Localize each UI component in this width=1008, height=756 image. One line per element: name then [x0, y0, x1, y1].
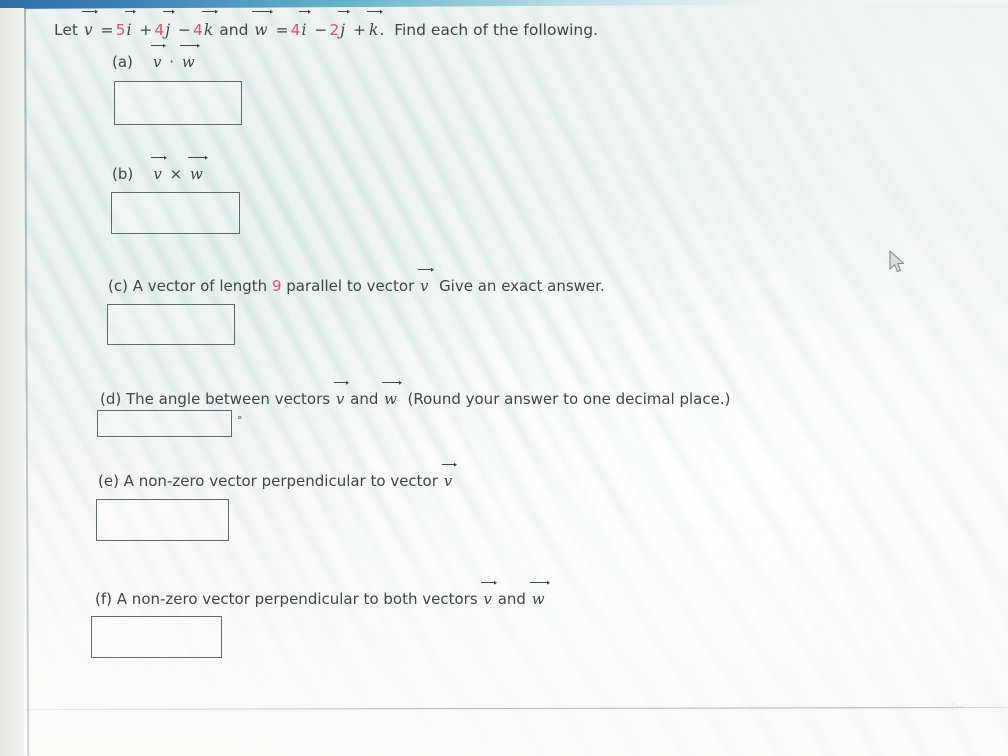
stem-lead: Let: [54, 21, 78, 39]
part-f-conjunction: and: [497, 590, 526, 608]
part-b-operand-right: w: [187, 157, 207, 183]
part-e-prompt: (e) A non-zero vector perpendicular to v…: [98, 464, 457, 490]
part-c-text-pre: A vector of length: [132, 277, 268, 295]
problem-content: Let v = 5i +4j −4k and w = 4i −2j + k. Find…: [0, 0, 1008, 756]
stem-equals-w: =: [275, 21, 289, 39]
part-d-vector-v: v: [333, 382, 350, 408]
part-d-conjunction: and: [350, 390, 379, 408]
w-term-2-unit-j: j: [338, 10, 349, 39]
v-term-2-sign: +: [139, 21, 153, 39]
part-a-operand-right: w: [179, 45, 199, 71]
part-d-label: (d): [100, 390, 122, 408]
part-e-vector-v: v: [441, 464, 457, 490]
v-term-3-unit-k: k: [201, 10, 218, 39]
v-term-1-coefficient: 5: [115, 21, 126, 39]
part-c-vector-v: v: [417, 269, 434, 295]
part-d-text-pre: The angle between vectors: [126, 390, 331, 408]
vector-v-symbol: v: [81, 10, 97, 39]
part-d-vector-w: w: [382, 382, 401, 408]
part-f-prompt: (f) A non-zero vector perpendicular to b…: [95, 582, 549, 608]
w-term-3-sign: +: [352, 21, 366, 39]
w-term-3-unit-k: k: [366, 10, 383, 39]
part-c-length-value: 9: [271, 277, 282, 295]
part-f-vector-v: v: [481, 582, 497, 608]
part-b-answer-input[interactable]: [111, 192, 240, 234]
part-a-operator: ·: [169, 53, 175, 71]
mouse-cursor-icon: [889, 250, 905, 273]
v-term-3-sign: −: [178, 21, 192, 39]
part-f-vector-w: w: [529, 582, 549, 608]
part-a-prompt: (a) v · w: [112, 45, 199, 71]
part-e-label: (e): [98, 472, 119, 490]
part-f-label: (f): [95, 590, 112, 608]
part-b-operand-left: v: [151, 157, 167, 183]
part-c-answer-input[interactable]: [107, 304, 235, 345]
part-a-label: (a): [112, 53, 133, 71]
part-b-prompt: (b) v × w: [112, 157, 207, 183]
problem-statement: Let v = 5i +4j −4k and w = 4i −2j + k. Find…: [54, 10, 599, 41]
stem-conjunction: and: [219, 21, 249, 39]
v-term-3-coefficient: 4: [193, 21, 203, 39]
part-d-answer-input[interactable]: [97, 410, 232, 437]
stem-period: .: [379, 21, 385, 39]
stem-equals-v: =: [100, 21, 114, 39]
vector-w-symbol: w: [252, 10, 272, 39]
stem-instruction: Find each of the following.: [394, 21, 599, 39]
part-c-text-post: Give an exact answer.: [439, 277, 605, 295]
v-term-2-unit-j: j: [163, 10, 174, 39]
part-e-text: A non-zero vector perpendicular to vecto…: [123, 472, 438, 490]
w-term-2-coefficient: 2: [329, 21, 340, 39]
part-c-prompt: (c) A vector of length 9 parallel to vec…: [108, 269, 605, 295]
part-a-operand-left: v: [150, 45, 167, 71]
degree-symbol: °: [237, 414, 243, 427]
part-d-text-post: (Round your answer to one decimal place.…: [407, 390, 731, 408]
v-term-1-unit-i: i: [124, 10, 136, 39]
w-term-1-coefficient: 4: [290, 21, 301, 39]
w-term-2-sign: −: [314, 21, 328, 39]
part-c-text-mid: parallel to vector: [286, 277, 415, 295]
part-b-label: (b): [112, 165, 134, 183]
v-term-2-coefficient: 4: [154, 21, 165, 39]
part-d-prompt: (d) The angle between vectors v and w (R…: [100, 382, 731, 408]
w-term-1-unit-i: i: [299, 10, 311, 39]
part-f-answer-input[interactable]: [91, 616, 222, 658]
part-a-answer-input[interactable]: [114, 81, 242, 125]
part-c-label: (c): [108, 277, 128, 295]
part-f-text: A non-zero vector perpendicular to both …: [116, 590, 478, 608]
part-e-answer-input[interactable]: [96, 499, 229, 541]
part-b-operator: ×: [169, 165, 183, 183]
